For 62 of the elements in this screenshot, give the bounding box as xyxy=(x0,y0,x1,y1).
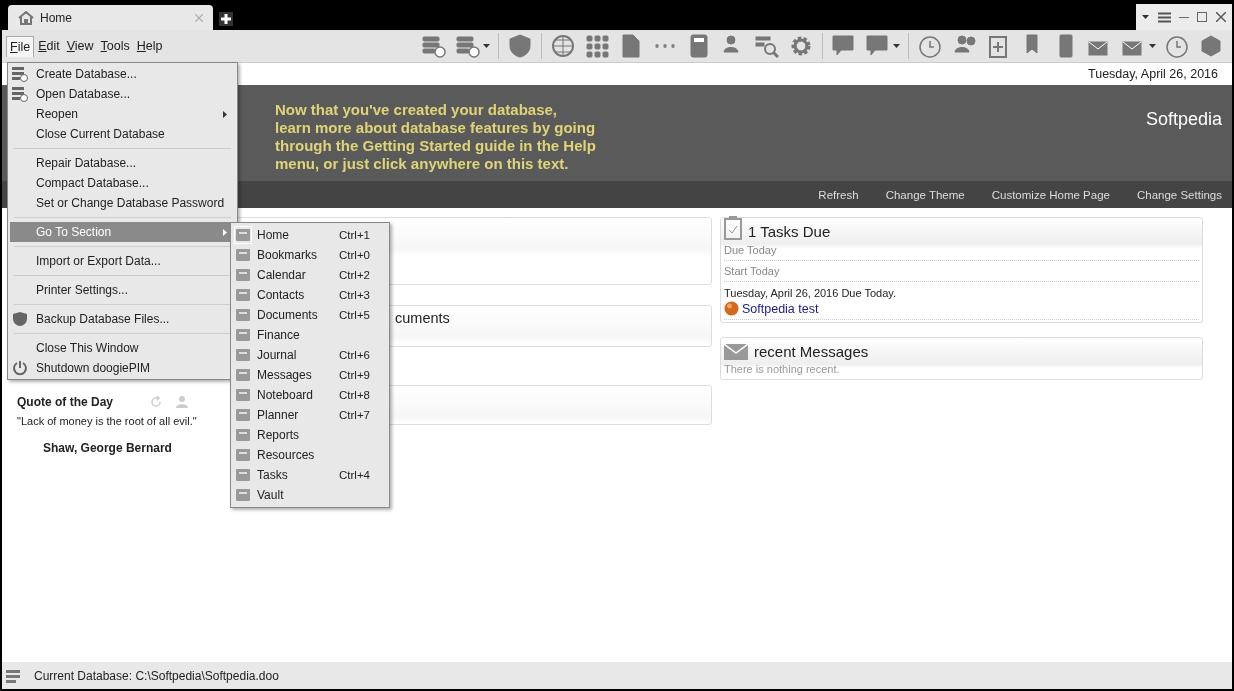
empty-message: There is nothing recent. xyxy=(724,362,841,377)
menu-item[interactable]: Open Database... xyxy=(10,84,235,104)
quote-text: "Lack of money is the root of all evil." xyxy=(17,415,198,427)
menu-item[interactable]: Tools xyxy=(97,36,133,56)
panel-title: recent Messages xyxy=(754,343,869,360)
section-label: Due Today xyxy=(724,240,1199,261)
menu-item[interactable]: Contacts Ctrl+3 xyxy=(231,285,389,305)
menu-item[interactable]: Resources xyxy=(231,445,389,465)
task-link[interactable]: Softpedia test xyxy=(742,301,819,316)
status-text: Current Database: C:\Softpedia\Softpedia.doo xyxy=(34,668,279,683)
date-label: Tuesday, April 26, 2016 xyxy=(1088,67,1218,81)
menu-item[interactable]: Close Current Database xyxy=(10,124,235,144)
database-add-icon[interactable] xyxy=(422,34,446,58)
ball-icon xyxy=(724,301,739,316)
close-icon[interactable] xyxy=(1215,12,1226,22)
globe-icon[interactable] xyxy=(551,34,575,58)
menu-item[interactable]: Repair Database... xyxy=(10,153,235,173)
shield-icon xyxy=(12,311,28,327)
dropdown-caret-icon[interactable] xyxy=(483,44,490,48)
grid-icon[interactable] xyxy=(585,34,609,58)
menu-item[interactable]: Tasks Ctrl+4 xyxy=(231,465,389,485)
menu-icon[interactable] xyxy=(1157,11,1171,23)
clock-icon[interactable] xyxy=(918,34,942,58)
shield-icon[interactable] xyxy=(508,34,532,58)
menu-item[interactable]: Reopen xyxy=(10,104,235,124)
new-tab-icon[interactable] xyxy=(219,12,233,26)
dropdown-caret-icon[interactable] xyxy=(1149,44,1156,48)
menu-item[interactable]: Help xyxy=(133,36,166,56)
nav-link[interactable]: Refresh xyxy=(818,188,859,201)
menu-item[interactable]: Calendar Ctrl+2 xyxy=(231,265,389,285)
menu-item[interactable]: Bookmarks Ctrl+0 xyxy=(231,245,389,265)
nav-link[interactable]: Customize Home Page xyxy=(991,188,1110,201)
panel-title: cuments xyxy=(395,310,450,326)
menu-item[interactable]: Create Database... xyxy=(10,64,235,84)
getting-started-message[interactable]: Now that you've created your database, learn more about database features by going through the Getting Started guide in the Help menu, or just click anywhere on this text. xyxy=(275,101,596,173)
database-add-icon xyxy=(12,66,28,82)
panel-title: 1 Tasks Due xyxy=(748,223,831,240)
tab[interactable]: Home xyxy=(8,5,213,30)
nav-link[interactable]: Change Settings xyxy=(1136,188,1222,201)
maximize-icon[interactable] xyxy=(1197,12,1208,22)
menu-item[interactable]: Planner Ctrl+7 xyxy=(231,405,389,425)
menu-item[interactable]: Compact Database... xyxy=(10,173,235,193)
power-icon xyxy=(12,360,28,376)
menu-item[interactable]: Noteboard Ctrl+8 xyxy=(231,385,389,405)
user-name: Softpedia xyxy=(1145,109,1222,130)
due-date-text: Tuesday, April 26, 2016 Due Today. xyxy=(724,286,898,301)
menu-item[interactable]: Reports xyxy=(231,425,389,445)
quote-author: Shaw, George Bernard xyxy=(42,441,173,455)
menu-item[interactable]: Set or Change Database Password xyxy=(10,193,235,213)
menu-item[interactable]: File xyxy=(6,35,35,57)
calculator-icon[interactable] xyxy=(687,34,711,58)
search-list-icon[interactable] xyxy=(755,34,779,58)
section-label: Start Today xyxy=(724,261,1199,282)
menu-item[interactable]: Edit xyxy=(35,36,63,56)
caret-icon[interactable] xyxy=(1142,15,1150,19)
quote-title: Quote of the Day xyxy=(17,395,114,409)
database-icon xyxy=(6,668,22,683)
menu-item[interactable]: View xyxy=(63,36,97,56)
nav-link[interactable]: Change Theme xyxy=(885,188,965,201)
settings-icon[interactable] xyxy=(789,34,813,58)
menu-item[interactable]: Vault xyxy=(231,485,389,505)
dropdown-caret-icon[interactable] xyxy=(893,44,900,48)
